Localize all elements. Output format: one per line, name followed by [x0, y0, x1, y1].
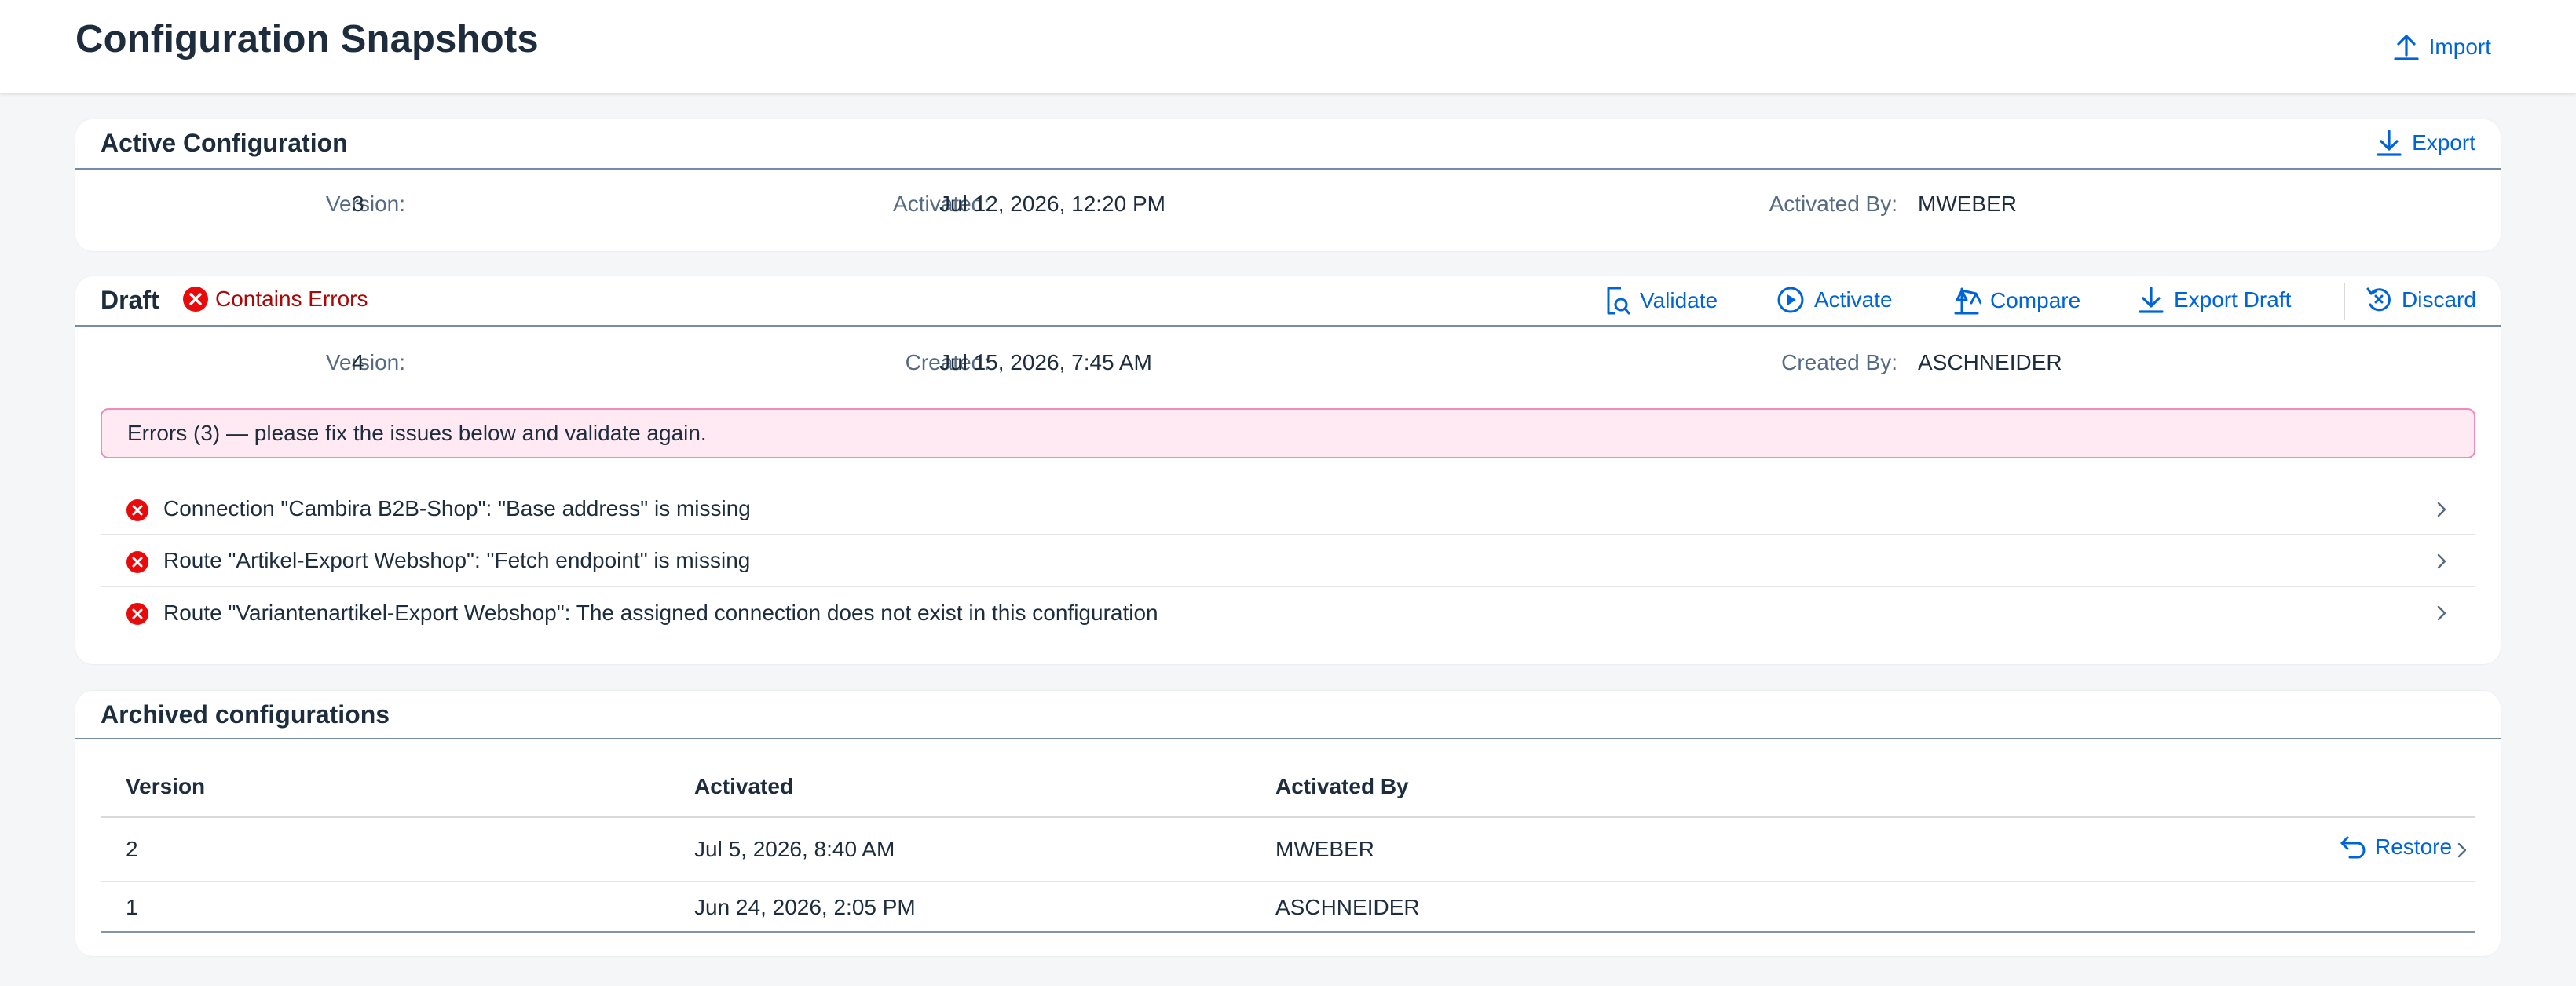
draft-status-label: Contains Errors — [215, 287, 368, 311]
active-configuration-title: Active Configuration — [101, 129, 348, 157]
cell-version: 1 — [126, 895, 138, 919]
version-label: Version: — [325, 192, 405, 216]
restore-label: Restore — [2375, 834, 2453, 859]
table-row[interactable]: 2 Jul 5, 2026, 8:40 AM MWEBER Restore — [101, 818, 2475, 882]
cell-activated: Jul 5, 2026, 8:40 AM — [694, 837, 895, 861]
balance-scale-icon — [1952, 286, 1981, 316]
chevron-right-icon — [2436, 501, 2447, 518]
created-by-label: Created By: — [1781, 350, 1897, 374]
activate-label: Activate — [1814, 287, 1893, 312]
page-header: Configuration Snapshots Import — [0, 0, 2576, 93]
chevron-right-icon — [2457, 842, 2468, 859]
activated-value: Jul 12, 2026, 12:20 PM — [939, 192, 1165, 216]
cell-version: 2 — [126, 837, 138, 861]
discard-button[interactable]: Discard — [2366, 286, 2476, 314]
draft-header: Draft Contains Errors Validate Activate … — [75, 276, 2501, 327]
discard-label: Discard — [2402, 287, 2476, 312]
archived-title: Archived configurations — [101, 700, 390, 729]
activate-button[interactable]: Activate — [1776, 286, 1893, 314]
page-title: Configuration Snapshots — [75, 18, 539, 60]
chevron-right-icon — [2436, 604, 2447, 622]
undo-icon — [2339, 834, 2366, 860]
error-icon — [182, 286, 209, 312]
version-value: 3 — [352, 192, 364, 216]
activated-by-label: Activated By: — [1769, 192, 1897, 216]
error-summary-strip: Errors (3) — please fix the issues below… — [101, 408, 2475, 458]
error-list-item[interactable]: Route "Variantenartikel-Export Webshop":… — [101, 587, 2475, 639]
compare-label: Compare — [1990, 288, 2081, 312]
column-header-activated-by: Activated By — [1275, 774, 1409, 798]
cell-activated-by: MWEBER — [1275, 837, 1374, 861]
restore-button[interactable]: Restore — [2339, 834, 2452, 860]
error-text: Connection "Cambira B2B-Shop": "Base add… — [163, 496, 751, 520]
error-text: Route "Artikel-Export Webshop": "Fetch e… — [163, 548, 751, 572]
error-icon — [126, 602, 149, 626]
draft-status-badge: Contains Errors — [182, 286, 368, 312]
cell-activated: Jun 24, 2026, 2:05 PM — [694, 895, 916, 919]
cell-activated-by: ASCHNEIDER — [1275, 895, 1420, 919]
validate-icon — [1604, 286, 1630, 316]
column-header-activated: Activated — [694, 774, 794, 798]
import-label: Import — [2428, 35, 2491, 59]
archived-header: Archived configurations — [75, 691, 2501, 740]
column-header-version: Version — [126, 774, 206, 798]
validate-button[interactable]: Validate — [1604, 286, 1718, 316]
error-list-item[interactable]: Route "Artikel-Export Webshop": "Fetch e… — [101, 535, 2475, 587]
export-draft-button[interactable]: Export Draft — [2138, 286, 2291, 314]
error-text: Route "Variantenartikel-Export Webshop":… — [163, 601, 1158, 625]
error-icon — [126, 550, 149, 574]
compare-button[interactable]: Compare — [1952, 286, 2080, 316]
created-by-value: ASCHNEIDER — [1918, 350, 2062, 374]
active-configuration-card: Active Configuration Export Version: 3 A… — [75, 119, 2501, 251]
upload-icon — [2393, 33, 2420, 61]
activated-by-value: MWEBER — [1918, 192, 2017, 216]
discard-icon — [2366, 286, 2392, 314]
table-row[interactable]: 1 Jun 24, 2026, 2:05 PM ASCHNEIDER — [101, 882, 2475, 933]
play-icon — [1776, 286, 1805, 314]
created-value: Jul 15, 2026, 7:45 AM — [939, 350, 1152, 374]
chevron-right-icon — [2436, 553, 2447, 570]
error-summary-text: Errors (3) — please fix the issues below… — [127, 421, 707, 445]
error-icon — [126, 498, 149, 522]
download-icon — [2376, 129, 2402, 157]
validate-label: Validate — [1640, 288, 1718, 312]
table-header-row: Version Activated Activated By — [101, 766, 2475, 818]
error-list-item[interactable]: Connection "Cambira B2B-Shop": "Base add… — [101, 484, 2475, 535]
download-icon — [2138, 286, 2164, 314]
export-label: Export — [2412, 130, 2475, 155]
export-draft-label: Export Draft — [2174, 287, 2292, 312]
toolbar-separator — [2344, 283, 2345, 320]
active-configuration-header: Active Configuration Export — [75, 119, 2501, 170]
export-button[interactable]: Export — [2376, 129, 2475, 157]
draft-version-value: 4 — [352, 350, 364, 374]
import-button[interactable]: Import — [2393, 30, 2491, 64]
draft-version-label: Version: — [325, 350, 405, 374]
archived-configurations-card: Archived configurations Version Activate… — [75, 691, 2501, 956]
draft-title: Draft — [101, 286, 159, 314]
